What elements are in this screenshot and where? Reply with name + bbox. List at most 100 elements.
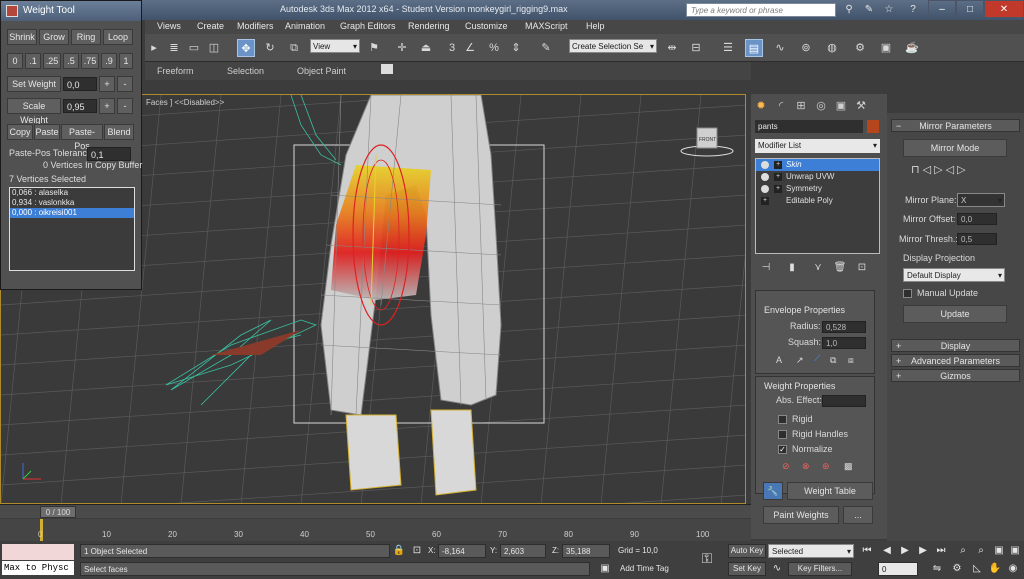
ring-button[interactable]: Ring bbox=[71, 29, 101, 45]
object-color-swatch[interactable] bbox=[867, 120, 879, 133]
current-frame-field[interactable]: 0 bbox=[878, 562, 918, 576]
move-icon[interactable]: ✥ bbox=[237, 39, 255, 57]
window-crossing-icon[interactable]: ◫ bbox=[205, 39, 223, 57]
orbit-icon[interactable]: ◉ bbox=[1006, 562, 1020, 576]
play-icon[interactable]: ▶ bbox=[898, 544, 912, 558]
pivot-icon[interactable]: ⚑ bbox=[365, 39, 383, 57]
envelope-rel-icon[interactable]: ↗ bbox=[796, 355, 804, 366]
hierarchy-tab-icon[interactable]: ⊞ bbox=[793, 98, 809, 114]
mirror-mode-button[interactable]: Mirror Mode bbox=[903, 139, 1007, 157]
paste-button[interactable]: Paste bbox=[34, 124, 60, 140]
rotate-icon[interactable]: ↻ bbox=[261, 39, 279, 57]
scale-weight-minus-button[interactable]: - bbox=[117, 98, 133, 114]
snap-toggle-icon[interactable]: 3 bbox=[443, 39, 461, 57]
maxscript-listener[interactable]: Max to Physc bbox=[2, 561, 74, 575]
menu-animation[interactable]: Animation bbox=[285, 21, 325, 31]
ribbon-toggle-icon[interactable]: ▤ bbox=[745, 39, 763, 57]
bone-weight-list[interactable]: 0,066 : alaselka 0,934 : vaslonkka 0,000… bbox=[9, 187, 135, 271]
stack-item-symmetry[interactable]: + Symmetry bbox=[756, 183, 879, 195]
key-icon[interactable]: ✎ bbox=[862, 3, 876, 17]
modifier-stack[interactable]: + Skin + Unwrap UVW + Symmetry + Editable Po… bbox=[755, 158, 880, 254]
copy-envelope-icon[interactable]: ⧉ bbox=[830, 355, 836, 366]
menu-create[interactable]: Create bbox=[197, 21, 224, 31]
spinner-snap-icon[interactable]: ⇕ bbox=[507, 39, 525, 57]
search-input[interactable]: Type a keyword or phrase bbox=[686, 3, 836, 17]
modifier-list-select[interactable]: Modifier List bbox=[755, 139, 880, 153]
mirror-tool-icons[interactable]: ⊓ ◁ ▷ ◁ ▷ bbox=[911, 163, 966, 176]
pan-icon[interactable]: ✋ bbox=[988, 562, 1002, 576]
key-mode-toggle-icon[interactable]: ⇋ bbox=[930, 562, 944, 576]
weight-01-button[interactable]: .1 bbox=[25, 53, 41, 69]
display-projection-select[interactable]: Default Display bbox=[903, 268, 1005, 283]
time-config-icon[interactable]: ⚙ bbox=[950, 562, 964, 576]
set-weight-button[interactable]: Set Weight bbox=[7, 76, 61, 92]
abs-effect-spinner[interactable] bbox=[822, 395, 866, 407]
render-production-icon[interactable]: ☕ bbox=[903, 39, 921, 57]
weight-05-button[interactable]: .5 bbox=[63, 53, 79, 69]
advanced-parameters-rollout[interactable]: + Advanced Parameters bbox=[891, 354, 1020, 367]
select-excluded-icon[interactable]: ⊛ bbox=[822, 461, 830, 472]
help-icon[interactable]: ? bbox=[906, 3, 920, 17]
display-tab-icon[interactable]: ▣ bbox=[833, 98, 849, 114]
falloff-icon[interactable]: ⟋ bbox=[814, 353, 820, 364]
paint-weights-button[interactable]: Paint Weights bbox=[763, 506, 839, 524]
z-coordinate-field[interactable]: 35,188 bbox=[562, 544, 610, 558]
manipulate-icon[interactable]: ✛ bbox=[393, 39, 411, 57]
set-key-button[interactable]: Set Key bbox=[728, 562, 766, 576]
curve-icon[interactable]: ∿ bbox=[770, 562, 784, 576]
angle-snap-icon[interactable]: ∠ bbox=[461, 39, 479, 57]
render-setup-icon[interactable]: ⚙ bbox=[851, 39, 869, 57]
modify-tab-icon[interactable]: ◜ bbox=[773, 98, 789, 114]
paste-pos-tolerance-spinner[interactable]: 0,1 bbox=[87, 147, 131, 161]
y-coordinate-field[interactable]: 2,603 bbox=[500, 544, 546, 558]
rect-selection-icon[interactable]: ▭ bbox=[185, 39, 203, 57]
time-tag-icon[interactable]: ▣ bbox=[598, 562, 612, 576]
make-unique-icon[interactable]: ⋎ bbox=[811, 262, 825, 276]
normalize-checkbox[interactable]: ✓ bbox=[778, 445, 787, 454]
zoom-all-icon[interactable]: ⌕ bbox=[974, 544, 988, 558]
rendered-frame-icon[interactable]: ▣ bbox=[877, 39, 895, 57]
key-mode-select[interactable]: Selected bbox=[768, 544, 854, 559]
utilities-tab-icon[interactable]: ⚒ bbox=[853, 98, 869, 114]
minimize-button[interactable]: – bbox=[928, 0, 956, 18]
grow-button[interactable]: Grow bbox=[39, 29, 69, 45]
loop-button[interactable]: Loop bbox=[103, 29, 133, 45]
scale-weight-plus-button[interactable]: + bbox=[99, 98, 115, 114]
paste-envelope-icon[interactable]: ⧈ bbox=[848, 355, 854, 366]
set-weight-spinner[interactable]: 0,0 bbox=[63, 77, 97, 91]
lock-selection-icon[interactable]: 🔒 bbox=[392, 544, 406, 558]
align-icon[interactable]: ⊟ bbox=[687, 39, 705, 57]
motion-tab-icon[interactable]: ◎ bbox=[813, 98, 829, 114]
zoom-extents-all-icon[interactable]: ▣ bbox=[1008, 544, 1022, 558]
paint-options-button[interactable]: ... bbox=[843, 506, 873, 524]
x-coordinate-field[interactable]: -8,164 bbox=[438, 544, 486, 558]
display-rollout[interactable]: + Display bbox=[891, 339, 1020, 352]
schematic-view-icon[interactable]: ⊚ bbox=[797, 39, 815, 57]
absolute-relative-icon[interactable]: ⊡ bbox=[410, 544, 424, 558]
gizmos-rollout[interactable]: + Gizmos bbox=[891, 369, 1020, 382]
weight-09-button[interactable]: .9 bbox=[101, 53, 117, 69]
envelope-abs-icon[interactable]: A bbox=[776, 355, 782, 365]
close-button[interactable]: ✕ bbox=[984, 0, 1024, 18]
stack-item-skin[interactable]: + Skin bbox=[756, 159, 879, 171]
weight-1-button[interactable]: 1 bbox=[119, 53, 133, 69]
menu-help[interactable]: Help bbox=[586, 21, 605, 31]
track-bar[interactable]: 0 10 20 30 40 50 60 70 80 90 100 bbox=[0, 519, 751, 541]
ribbon-tab-freeform[interactable]: Freeform bbox=[157, 66, 194, 76]
reference-coord-select[interactable]: View bbox=[310, 39, 360, 54]
mirror-offset-spinner[interactable]: 0,0 bbox=[957, 213, 997, 225]
star-icon[interactable]: ☆ bbox=[882, 3, 896, 17]
menu-views[interactable]: Views bbox=[157, 21, 181, 31]
named-selection-set[interactable]: Create Selection Se bbox=[569, 39, 657, 54]
ribbon-tab-selection[interactable]: Selection bbox=[227, 66, 264, 76]
time-slider-handle[interactable]: 0 / 100 bbox=[40, 506, 76, 518]
field-of-view-icon[interactable]: ◺ bbox=[970, 562, 984, 576]
set-weight-minus-button[interactable]: - bbox=[117, 76, 133, 92]
bake-weights-icon[interactable]: ▩ bbox=[844, 461, 853, 472]
stack-item-editable-poly[interactable]: + Editable Poly bbox=[756, 195, 879, 207]
configure-sets-icon[interactable]: ⊡ bbox=[855, 262, 869, 276]
weight-tool-titlebar[interactable]: Weight Tool bbox=[1, 1, 141, 21]
exclude-verts-icon[interactable]: ⊘ bbox=[782, 461, 790, 472]
list-item[interactable]: 0,934 : vaslonkka bbox=[10, 198, 134, 208]
paste-pos-button[interactable]: Paste-Pos bbox=[61, 124, 103, 151]
